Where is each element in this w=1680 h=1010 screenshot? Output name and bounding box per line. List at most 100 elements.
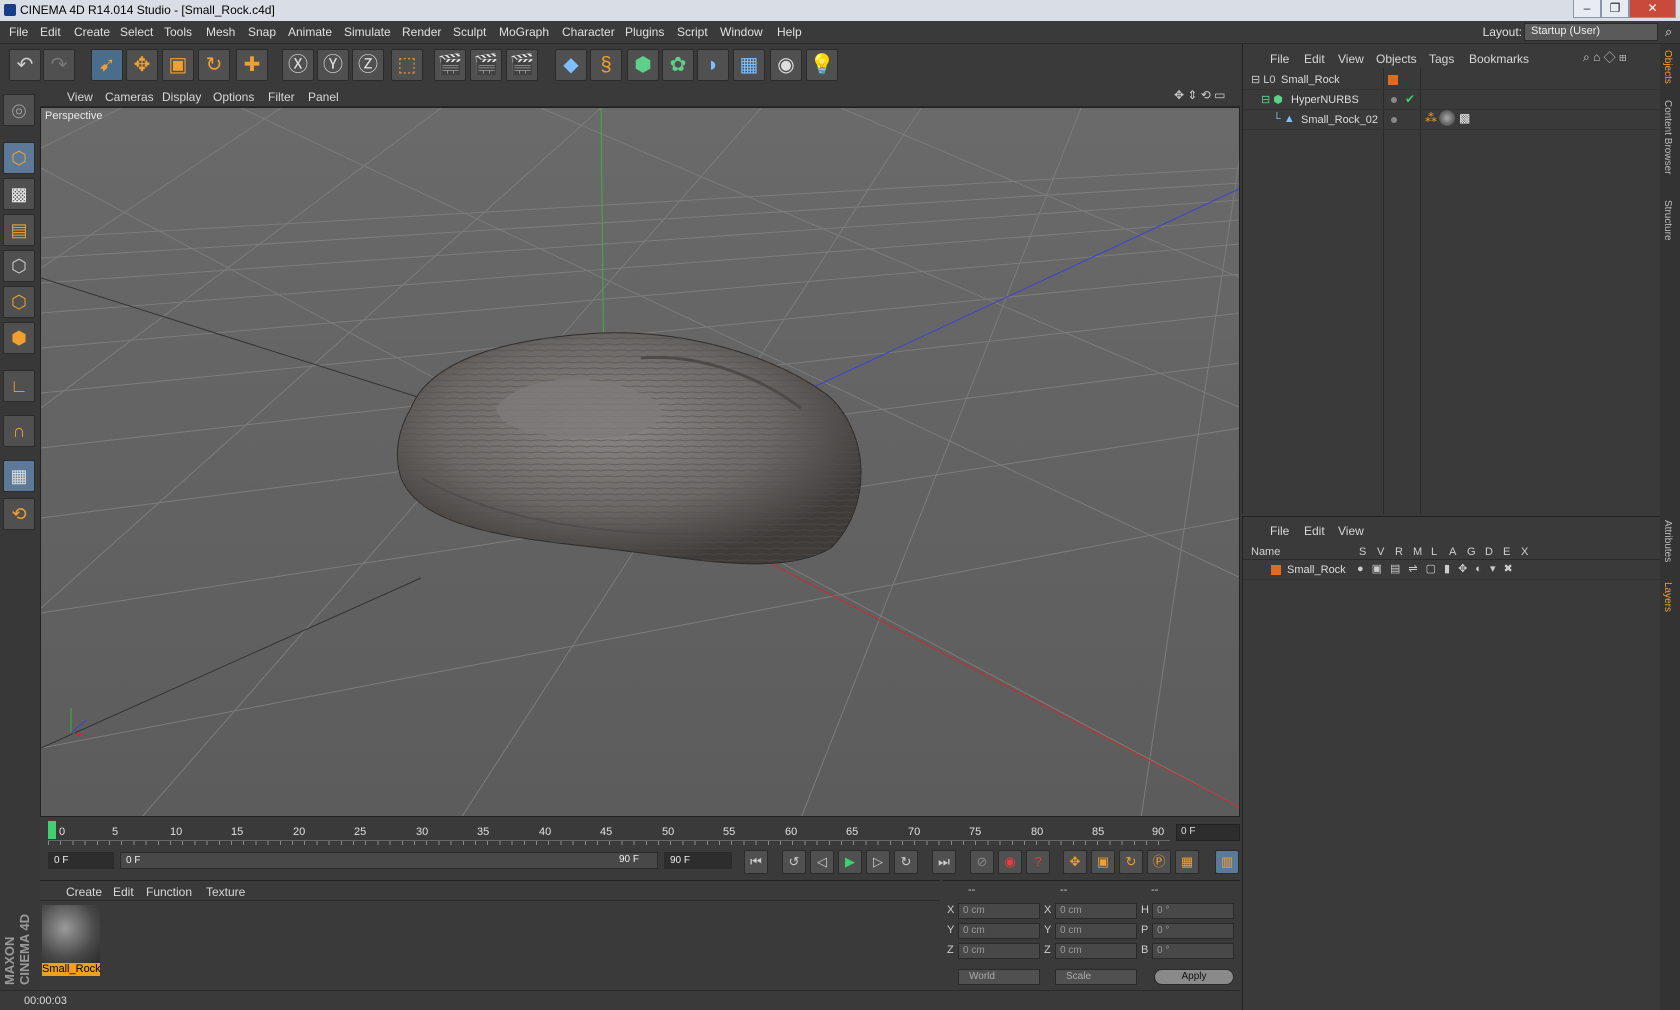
- layer-flag-icons[interactable]: ●▣▤⇌▢▮✥◐▾✖: [1357, 562, 1521, 575]
- menu-edit[interactable]: Edit: [40, 25, 61, 39]
- render-settings-icon[interactable]: 🎬: [506, 49, 538, 81]
- search-icon[interactable]: ⌕: [1665, 24, 1672, 40]
- redo-icon[interactable]: ↷: [43, 49, 75, 81]
- vp-menu-cameras[interactable]: Cameras: [105, 90, 154, 104]
- menu-plugins[interactable]: Plugins: [625, 25, 664, 39]
- rotation-h-field[interactable]: 0 °: [1152, 903, 1234, 919]
- live-selection-icon[interactable]: ➹: [91, 49, 123, 81]
- viewport-nav-icon[interactable]: ✥ ⇕ ⟲ ▭: [1174, 88, 1226, 102]
- maximize-button[interactable]: ❐: [1601, 0, 1629, 18]
- frame-range-slider[interactable]: 0 F 90 F: [120, 852, 658, 869]
- mat-menu-create[interactable]: Create: [66, 885, 102, 899]
- position-y-field[interactable]: 0 cm: [958, 923, 1040, 939]
- size-z-field[interactable]: 0 cm: [1055, 943, 1137, 959]
- viewport-perspective[interactable]: Perspective: [40, 107, 1240, 817]
- edges-mode-icon[interactable]: ⬡: [3, 286, 35, 318]
- material-thumbnail[interactable]: [42, 905, 100, 963]
- column-header[interactable]: M: [1413, 546, 1422, 558]
- obj-menu-bookmarks[interactable]: Bookmarks: [1469, 52, 1529, 66]
- light-icon[interactable]: 💡: [806, 49, 838, 81]
- layer-color-swatch[interactable]: [1271, 565, 1281, 575]
- uvw-tag-icon[interactable]: ▩: [1459, 111, 1470, 125]
- rotate-icon[interactable]: ↻: [198, 49, 230, 81]
- previous-frame-icon[interactable]: ◁: [810, 850, 834, 874]
- model-mode-icon[interactable]: ⬡: [3, 142, 35, 174]
- scale-icon[interactable]: ▣: [162, 49, 194, 81]
- visibility-dot[interactable]: [1391, 117, 1397, 123]
- menu-sculpt[interactable]: Sculpt: [453, 25, 486, 39]
- camera-icon[interactable]: ◉: [770, 49, 802, 81]
- next-frame-icon[interactable]: ▷: [866, 850, 890, 874]
- menu-render[interactable]: Render: [402, 25, 441, 39]
- material-name[interactable]: Small_Rock: [42, 963, 101, 976]
- layer-menu-edit[interactable]: Edit: [1304, 524, 1325, 538]
- make-editable-icon[interactable]: ◎: [3, 94, 35, 126]
- record-keys-icon[interactable]: ⊘: [970, 850, 994, 874]
- go-to-start-icon[interactable]: ⏮: [744, 850, 768, 874]
- texture-mode-icon[interactable]: ▩: [3, 178, 35, 210]
- deformer-icon[interactable]: ◗: [697, 49, 729, 81]
- layer-row[interactable]: Small_Rock ●▣▤⇌▢▮✥◐▾✖: [1243, 561, 1661, 580]
- vp-menu-view[interactable]: View: [67, 90, 93, 104]
- mat-menu-function[interactable]: Function: [146, 885, 192, 899]
- column-header[interactable]: X: [1521, 546, 1528, 558]
- tab-structure[interactable]: Structure: [1662, 200, 1673, 241]
- layout-select[interactable]: Startup (User): [1524, 23, 1658, 41]
- coord-scale-select[interactable]: Scale: [1055, 969, 1137, 985]
- obj-menu-edit[interactable]: Edit: [1304, 52, 1325, 66]
- move-icon[interactable]: ✥: [126, 49, 158, 81]
- column-header[interactable]: A: [1449, 546, 1456, 558]
- menu-simulate[interactable]: Simulate: [344, 25, 391, 39]
- vp-menu-panel[interactable]: Panel: [308, 90, 339, 104]
- next-key-icon[interactable]: ↻: [894, 850, 918, 874]
- material-tag-icon[interactable]: [1439, 110, 1455, 126]
- coord-mode-select[interactable]: World: [958, 969, 1040, 985]
- render-picture-icon[interactable]: 🎬: [470, 49, 502, 81]
- end-frame-field[interactable]: 90 F: [664, 852, 732, 869]
- vp-menu-options[interactable]: Options: [213, 90, 254, 104]
- key-parameter-icon[interactable]: Ⓟ: [1147, 850, 1171, 874]
- layer-menu-view[interactable]: View: [1338, 524, 1364, 538]
- play-icon[interactable]: ▶: [838, 850, 862, 874]
- column-header[interactable]: E: [1503, 546, 1510, 558]
- apply-button[interactable]: Apply: [1154, 969, 1234, 985]
- help-icon[interactable]: ?: [1026, 850, 1050, 874]
- axis-mode-icon[interactable]: ∟: [3, 370, 35, 402]
- column-header[interactable]: D: [1485, 546, 1493, 558]
- previous-key-icon[interactable]: ↺: [782, 850, 806, 874]
- vp-menu-display[interactable]: Display: [162, 90, 201, 104]
- close-button[interactable]: ✕: [1629, 0, 1676, 18]
- tab-content-browser[interactable]: Content Browser: [1662, 100, 1673, 174]
- tab-layers[interactable]: Layers: [1662, 582, 1673, 612]
- menu-help[interactable]: Help: [777, 25, 802, 39]
- object-row[interactable]: ⊟ ⬢ HyperNURBS ✔: [1243, 91, 1661, 110]
- size-y-field[interactable]: 0 cm: [1055, 923, 1137, 939]
- menu-tools[interactable]: Tools: [164, 25, 192, 39]
- position-z-field[interactable]: 0 cm: [958, 943, 1040, 959]
- rotation-p-field[interactable]: 0 °: [1152, 923, 1234, 939]
- key-scale-icon[interactable]: ▣: [1091, 850, 1115, 874]
- go-to-end-icon[interactable]: ⏭: [932, 850, 956, 874]
- render-view-icon[interactable]: 🎬: [434, 49, 466, 81]
- obj-menu-file[interactable]: File: [1270, 52, 1289, 66]
- obj-menu-view[interactable]: View: [1338, 52, 1364, 66]
- spline-icon[interactable]: §: [590, 49, 622, 81]
- obj-manager-tools-icon[interactable]: ⌕ ⌂ ◇ ⊞: [1583, 50, 1627, 65]
- magnet-icon[interactable]: ∩: [3, 415, 35, 447]
- menu-mesh[interactable]: Mesh: [206, 25, 235, 39]
- column-header[interactable]: R: [1395, 546, 1403, 558]
- menu-animate[interactable]: Animate: [288, 25, 332, 39]
- column-header[interactable]: V: [1377, 546, 1384, 558]
- rotation-b-field[interactable]: 0 °: [1152, 943, 1234, 959]
- snap-icon[interactable]: ▦: [3, 460, 35, 492]
- key-pla-icon[interactable]: ▦: [1175, 850, 1199, 874]
- workplane-icon[interactable]: ▤: [3, 214, 35, 246]
- undo-icon[interactable]: ↶: [9, 49, 41, 81]
- column-header[interactable]: G: [1467, 546, 1476, 558]
- layer-menu-file[interactable]: File: [1270, 524, 1289, 538]
- vp-menu-filter[interactable]: Filter: [268, 90, 295, 104]
- start-frame-field[interactable]: 0 F: [48, 852, 114, 869]
- key-rotation-icon[interactable]: ↻: [1119, 850, 1143, 874]
- coordinate-system-icon[interactable]: ⬚: [391, 49, 423, 81]
- timeline[interactable]: [40, 818, 1240, 846]
